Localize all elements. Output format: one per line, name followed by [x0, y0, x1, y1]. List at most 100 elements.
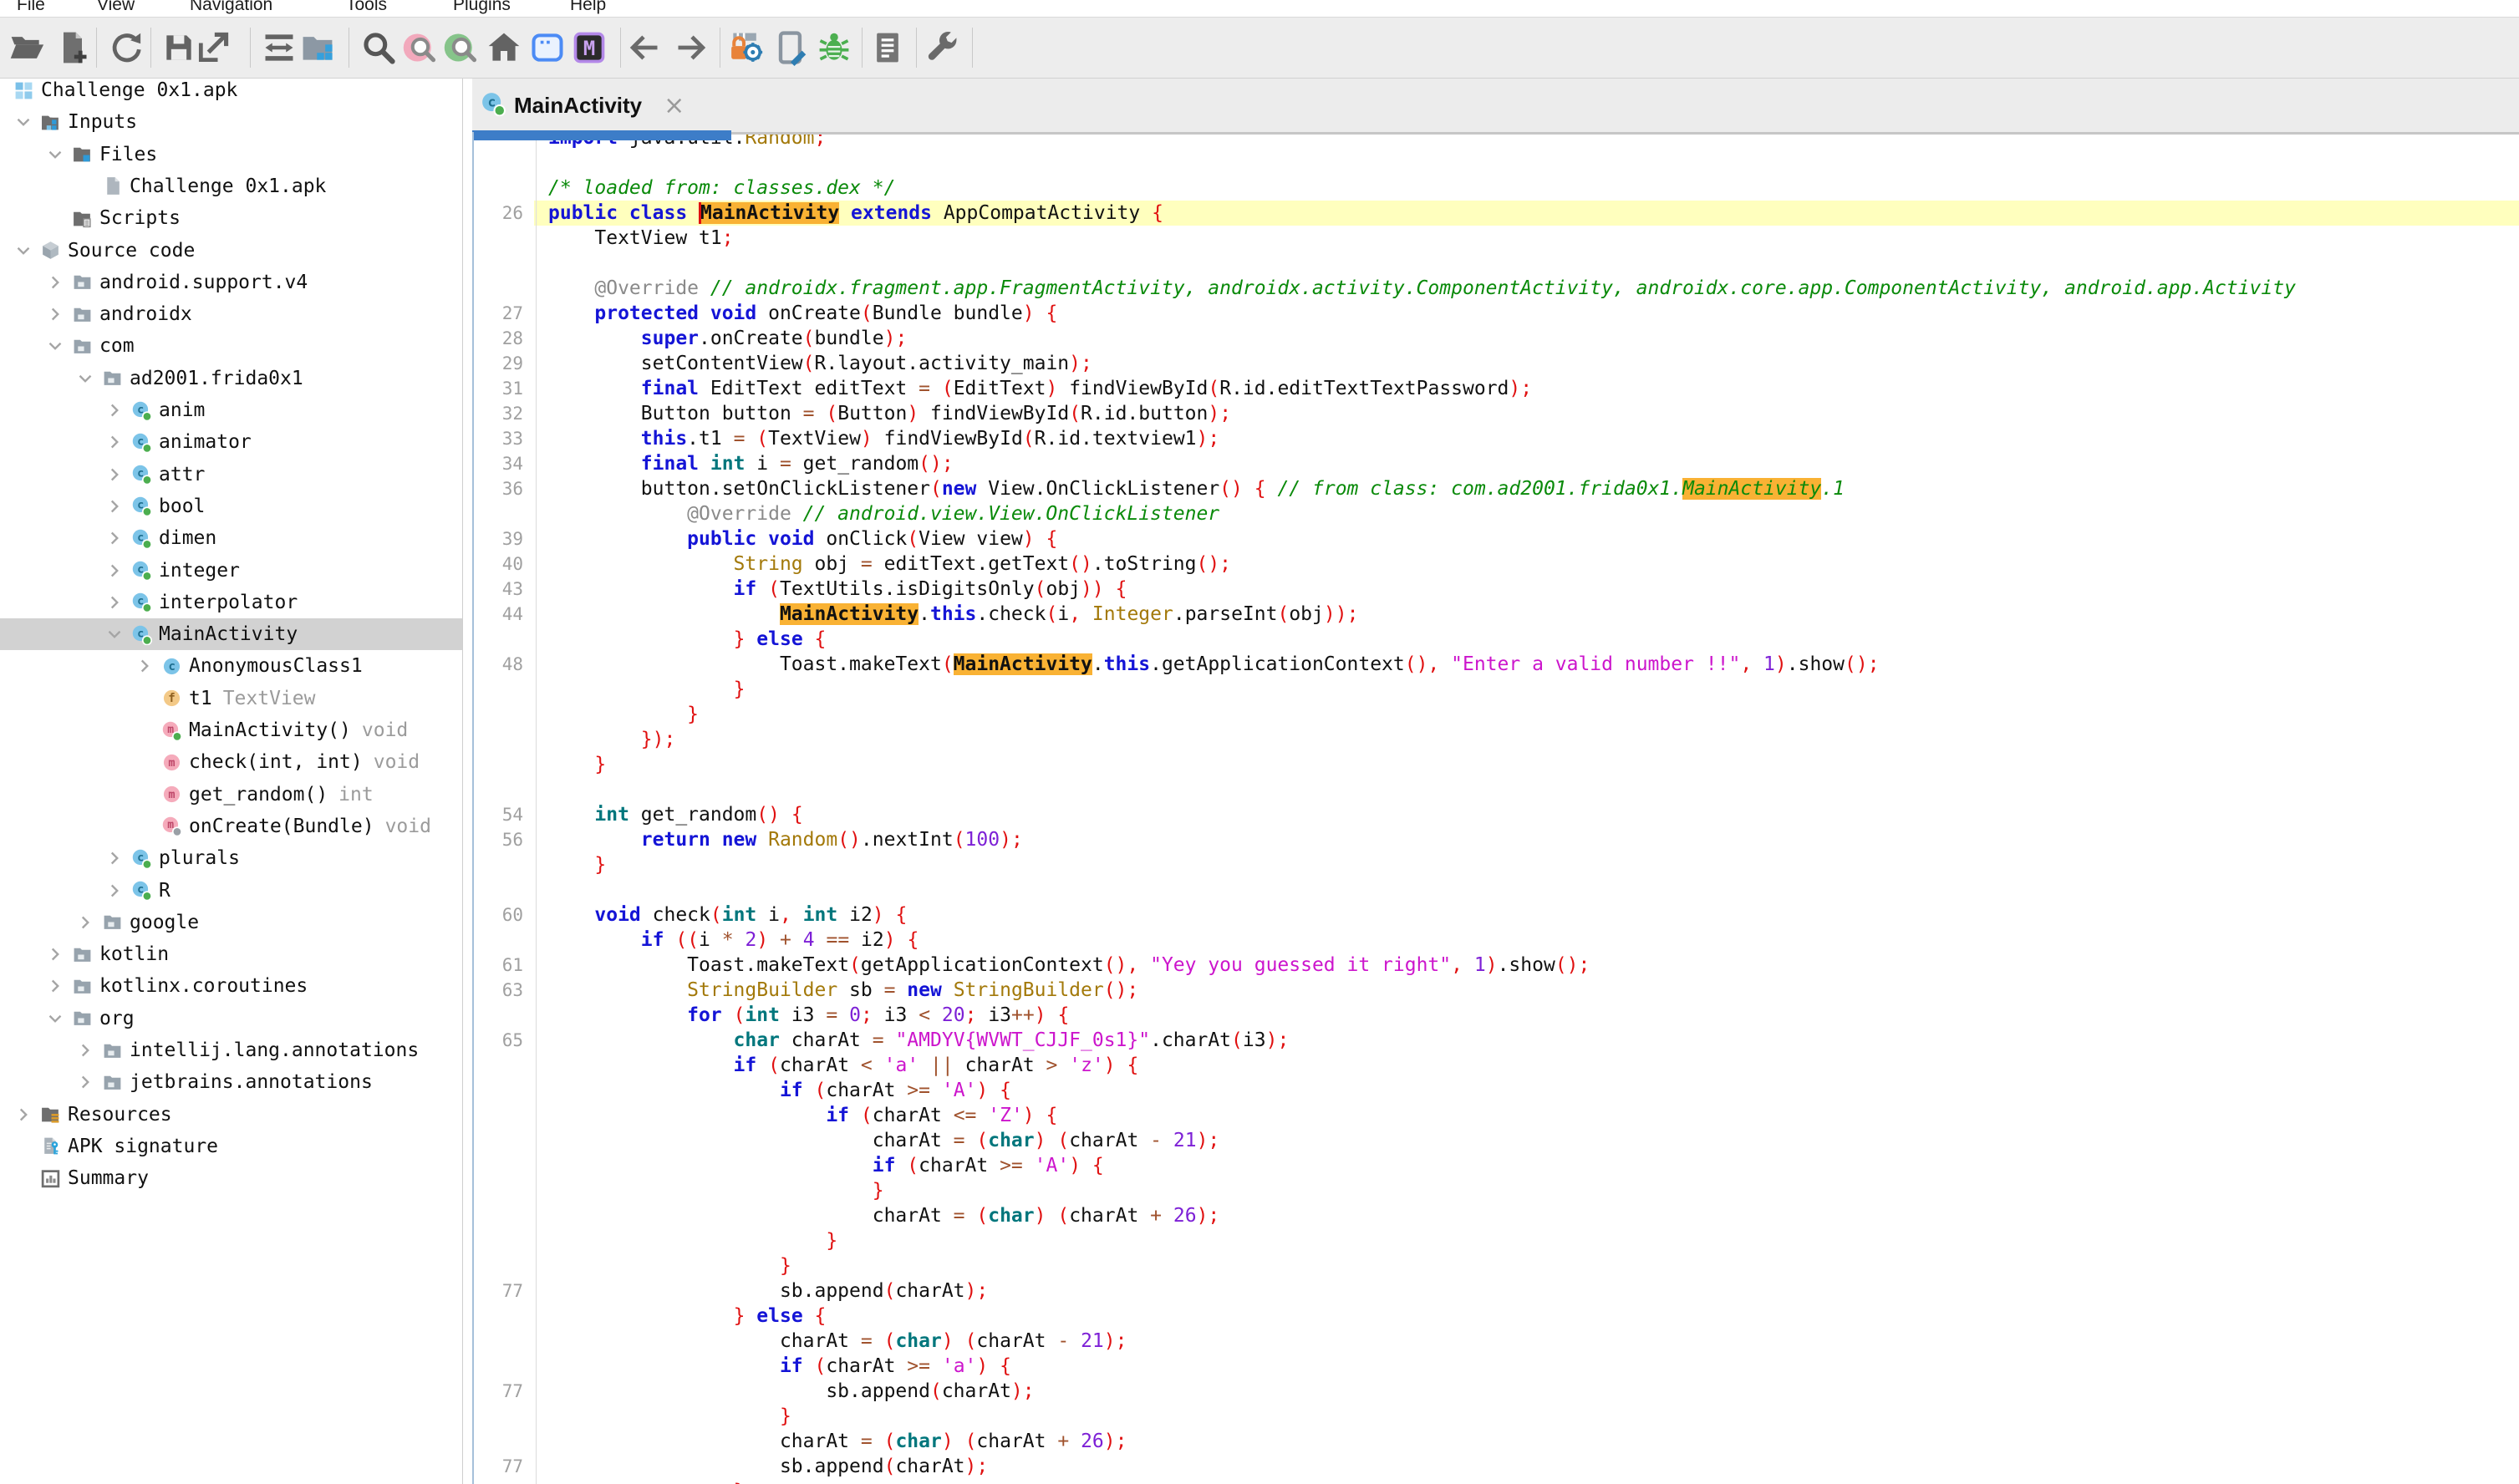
chevron-right-icon[interactable] [104, 592, 131, 613]
chevron-down-icon[interactable] [44, 335, 72, 357]
tree-item-android-support-v4[interactable]: android.support.v4 [0, 267, 463, 298]
tree-item-source-code[interactable]: Source code [0, 235, 463, 267]
tree-item-anonymousclass1[interactable]: cAnonymousClass1 [0, 650, 463, 682]
tree-item-challenge-0x1-apk[interactable]: Challenge 0x1.apk [0, 77, 463, 106]
chevron-right-icon[interactable] [13, 1104, 40, 1126]
line-number [472, 1153, 534, 1178]
tree-item-integer[interactable]: cinteger [0, 555, 463, 587]
chevron-right-icon[interactable] [104, 464, 131, 485]
chevron-down-icon[interactable] [44, 1008, 72, 1029]
tab-mainactivity[interactable]: c MainActivity × [481, 82, 684, 129]
menu-file[interactable]: File [17, 0, 45, 17]
code-editor[interactable]: import java.util.Random;/* loaded from: … [472, 77, 2519, 1484]
menu-navigation[interactable]: Navigation [190, 0, 272, 17]
chevron-right-icon[interactable] [74, 1039, 102, 1061]
chevron-right-icon[interactable] [44, 272, 72, 293]
code-line-33: if ((i * 2) + 4 == i2) { [472, 928, 2519, 953]
tree-item-r[interactable]: cR [0, 875, 463, 907]
tree-item-mainactivity[interactable]: cMainActivity [0, 618, 463, 650]
tree-item-resources[interactable]: Resources [0, 1099, 463, 1131]
tree-item-org[interactable]: org [0, 1003, 463, 1034]
tree-item-plurals[interactable]: cplurals [0, 842, 463, 874]
chevron-right-icon[interactable] [74, 1071, 102, 1093]
text-search-button[interactable] [359, 28, 399, 68]
tree-item-bool[interactable]: cbool [0, 490, 463, 522]
tree-item-label: MainActivity() [189, 719, 351, 741]
tree-item-dimen[interactable]: cdimen [0, 522, 463, 554]
main-activity-button[interactable] [484, 28, 524, 68]
tree-item-ad2001-frida0x1[interactable]: ad2001.frida0x1 [0, 363, 463, 394]
menu-tools[interactable]: Tools [346, 0, 387, 17]
tree-item-com[interactable]: com [0, 330, 463, 362]
tree-item-scripts[interactable]: Scripts [0, 202, 463, 234]
chevron-right-icon[interactable] [74, 912, 102, 933]
tree-item-interpolator[interactable]: cinterpolator [0, 587, 463, 618]
tree-item-intellij-lang-annotations[interactable]: intellij.lang.annotations [0, 1034, 463, 1066]
tree-item-kotlin[interactable]: kotlin [0, 938, 463, 970]
device-button[interactable] [770, 28, 810, 68]
log-viewer-button[interactable] [868, 28, 908, 68]
reload-button[interactable] [107, 28, 147, 68]
tree-item-anim[interactable]: canim [0, 394, 463, 426]
menu-plugins[interactable]: Plugins [453, 0, 511, 17]
chevron-right-icon[interactable] [44, 975, 72, 997]
tree-item-files[interactable]: Files [0, 139, 463, 170]
tree-item-summary[interactable]: Summary [0, 1162, 463, 1194]
chevron-right-icon[interactable] [44, 303, 72, 325]
tree-item-attr[interactable]: cattr [0, 459, 463, 490]
class-green-icon: c [131, 431, 159, 453]
chevron-right-icon[interactable] [44, 943, 72, 965]
menu-view[interactable]: View [97, 0, 135, 17]
tree-item-challenge-0x1-apk[interactable]: Challenge 0x1.apk [0, 170, 463, 202]
tree-item-animator[interactable]: canimator [0, 426, 463, 458]
fit-columns-button[interactable] [259, 28, 299, 68]
tree-item-jetbrains-annotations[interactable]: jetbrains.annotations [0, 1066, 463, 1098]
tree-item-inputs[interactable]: Inputs [0, 106, 463, 138]
forward-button[interactable] [672, 28, 712, 68]
chevron-right-icon[interactable] [104, 496, 131, 517]
back-button[interactable] [623, 28, 664, 68]
chevron-right-icon[interactable] [104, 399, 131, 421]
deobfuscation-button[interactable] [725, 28, 766, 68]
close-icon[interactable]: × [664, 91, 684, 120]
code-area[interactable]: import java.util.Random;/* loaded from: … [472, 125, 2519, 1484]
export-button[interactable] [193, 28, 233, 68]
chevron-down-icon[interactable] [44, 144, 72, 165]
sync-with-editor-button[interactable] [298, 28, 338, 68]
add-files-button[interactable] [53, 28, 93, 68]
tree-item-get-random[interactable]: mget_random()int [0, 779, 463, 811]
tree-item-google[interactable]: google [0, 907, 463, 938]
chevron-right-icon[interactable] [134, 655, 161, 677]
package-folder-icon [72, 303, 99, 325]
chevron-right-icon[interactable] [104, 880, 131, 902]
class-search-button[interactable] [399, 28, 440, 68]
tree-item-kotlinx-coroutines[interactable]: kotlinx.coroutines [0, 970, 463, 1002]
tree-item-t1[interactable]: ft1TextView [0, 683, 463, 714]
open-files-button[interactable] [7, 28, 47, 68]
code-line-48: } else { [472, 1304, 2519, 1329]
chevron-down-icon[interactable] [13, 240, 40, 262]
chevron-right-icon[interactable] [104, 527, 131, 549]
matrix-button[interactable]: M [569, 28, 609, 68]
tree-item-oncreate-bundle[interactable]: monCreate(Bundle)void [0, 811, 463, 842]
toolbar-separator [620, 28, 621, 68]
preferences-button[interactable] [922, 28, 962, 68]
chevron-right-icon[interactable] [104, 560, 131, 582]
tree-item-mainactivity[interactable]: mMainActivity()void [0, 714, 463, 746]
chevron-down-icon[interactable] [13, 111, 40, 133]
tree-item-apk-signature[interactable]: APK signature [0, 1131, 463, 1162]
chevron-down-icon[interactable] [74, 368, 102, 389]
debugger-button[interactable] [814, 28, 854, 68]
project-tree[interactable]: Challenge 0x1.apkInputsFilesChallenge 0x… [0, 77, 463, 1484]
code-text: } [534, 1253, 2519, 1278]
tree-item-androidx[interactable]: androidx [0, 298, 463, 330]
chevron-down-icon[interactable] [104, 623, 131, 645]
quark-report-button[interactable] [527, 28, 567, 68]
code-line-41: charAt = (char) (charAt - 21); [472, 1128, 2519, 1153]
menu-help[interactable]: Help [570, 0, 606, 17]
chevron-right-icon[interactable] [104, 847, 131, 869]
line-number: 29 [472, 351, 534, 376]
comment-search-button[interactable] [440, 28, 481, 68]
chevron-right-icon[interactable] [104, 431, 131, 453]
tree-item-check-int-int[interactable]: mcheck(int, int)void [0, 746, 463, 778]
